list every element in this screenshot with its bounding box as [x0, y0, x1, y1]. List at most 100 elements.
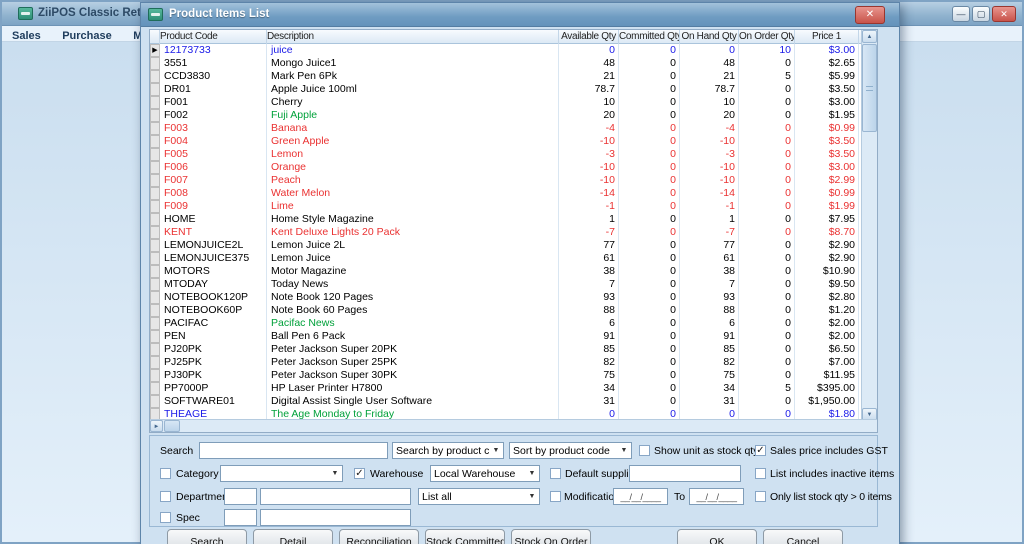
cell-description[interactable]: Peter Jackson Super 30PK — [267, 369, 559, 382]
table-row[interactable]: PENBall Pen 6 Pack910910$2.00 — [150, 330, 863, 343]
category-dropdown[interactable]: ▼ — [220, 465, 343, 482]
cell-description[interactable]: Orange — [267, 161, 559, 174]
cell-available-qty[interactable]: 38 — [559, 265, 619, 278]
cell-description[interactable]: Ball Pen 6 Pack — [267, 330, 559, 343]
warehouse-dropdown[interactable]: Local Warehouse ▼ — [430, 465, 540, 482]
cell-committed-qty[interactable]: 0 — [619, 369, 680, 382]
cell-committed-qty[interactable]: 0 — [619, 304, 680, 317]
cell-price-1[interactable]: $2.00 — [795, 330, 859, 343]
cell-product-code[interactable]: F007 — [160, 174, 267, 187]
minimize-icon[interactable]: — — [952, 6, 970, 22]
table-row[interactable]: PJ20PKPeter Jackson Super 20PK850850$6.5… — [150, 343, 863, 356]
cell-on-order-qty[interactable]: 0 — [739, 369, 795, 382]
cell-committed-qty[interactable]: 0 — [619, 226, 680, 239]
cell-price-1[interactable]: $8.70 — [795, 226, 859, 239]
cell-available-qty[interactable]: -10 — [559, 135, 619, 148]
cell-price-1[interactable]: $7.95 — [795, 213, 859, 226]
cell-on-hand-qty[interactable]: 78.7 — [680, 83, 739, 96]
cell-description[interactable]: Lemon Juice — [267, 252, 559, 265]
spec-checkbox[interactable] — [160, 512, 171, 523]
cell-product-code[interactable]: PP7000P — [160, 382, 267, 395]
cell-on-hand-qty[interactable]: 10 — [680, 96, 739, 109]
cell-available-qty[interactable]: 7 — [559, 278, 619, 291]
cell-product-code[interactable]: LEMONJUICE375 — [160, 252, 267, 265]
cell-on-order-qty[interactable]: 0 — [739, 278, 795, 291]
cell-available-qty[interactable]: 93 — [559, 291, 619, 304]
cell-available-qty[interactable]: 77 — [559, 239, 619, 252]
cell-description[interactable]: Lemon — [267, 148, 559, 161]
cell-committed-qty[interactable]: 0 — [619, 265, 680, 278]
cell-on-hand-qty[interactable]: 88 — [680, 304, 739, 317]
inactive-items-checkbox[interactable] — [755, 468, 766, 479]
gst-checkbox[interactable]: ✓ — [755, 445, 766, 456]
cell-available-qty[interactable]: 0 — [559, 44, 619, 57]
department-name-input[interactable] — [260, 488, 411, 505]
cell-committed-qty[interactable]: 0 — [619, 148, 680, 161]
cell-available-qty[interactable]: 78.7 — [559, 83, 619, 96]
cell-product-code[interactable]: PACIFAC — [160, 317, 267, 330]
cell-price-1[interactable]: $0.99 — [795, 187, 859, 200]
header-product-code[interactable]: Product Code — [160, 30, 267, 44]
cell-on-order-qty[interactable]: 5 — [739, 382, 795, 395]
reconciliation-button[interactable]: Reconciliation — [339, 529, 419, 544]
table-row[interactable]: LEMONJUICE375Lemon Juice610610$2.90 — [150, 252, 863, 265]
cell-available-qty[interactable]: 6 — [559, 317, 619, 330]
cell-description[interactable]: Lemon Juice 2L — [267, 239, 559, 252]
cell-product-code[interactable]: F006 — [160, 161, 267, 174]
vertical-scrollbar-thumb[interactable] — [862, 44, 877, 132]
sort-by-dropdown[interactable]: Sort by product code ▼ — [509, 442, 632, 459]
cell-on-hand-qty[interactable]: 7 — [680, 278, 739, 291]
cell-on-hand-qty[interactable]: -14 — [680, 187, 739, 200]
cell-committed-qty[interactable]: 0 — [619, 174, 680, 187]
cell-available-qty[interactable]: -3 — [559, 148, 619, 161]
cell-product-code[interactable]: PJ25PK — [160, 356, 267, 369]
search-input[interactable] — [199, 442, 388, 459]
dialog-titlebar[interactable]: Product Items List ✕ — [141, 3, 899, 27]
table-row[interactable]: LEMONJUICE2LLemon Juice 2L770770$2.90 — [150, 239, 863, 252]
table-row[interactable]: MOTORSMotor Magazine380380$10.90 — [150, 265, 863, 278]
cell-on-hand-qty[interactable]: -10 — [680, 161, 739, 174]
cell-committed-qty[interactable]: 0 — [619, 291, 680, 304]
cell-committed-qty[interactable]: 0 — [619, 122, 680, 135]
cell-on-order-qty[interactable]: 0 — [739, 161, 795, 174]
cell-on-order-qty[interactable]: 0 — [739, 226, 795, 239]
cell-committed-qty[interactable]: 0 — [619, 252, 680, 265]
search-button[interactable]: Search — [167, 529, 247, 544]
cell-on-hand-qty[interactable]: 31 — [680, 395, 739, 408]
header-on-order-qty[interactable]: On Order Qty — [739, 30, 795, 44]
cell-on-order-qty[interactable]: 0 — [739, 330, 795, 343]
cell-price-1[interactable]: $1.95 — [795, 109, 859, 122]
table-row[interactable]: F007Peach-100-100$2.99 — [150, 174, 863, 187]
close-icon[interactable]: ✕ — [992, 6, 1016, 22]
cell-price-1[interactable]: $3.00 — [795, 96, 859, 109]
cell-on-hand-qty[interactable]: 85 — [680, 343, 739, 356]
cell-on-hand-qty[interactable]: 48 — [680, 57, 739, 70]
cell-product-code[interactable]: F005 — [160, 148, 267, 161]
cell-committed-qty[interactable]: 0 — [619, 317, 680, 330]
cell-committed-qty[interactable]: 0 — [619, 83, 680, 96]
table-row[interactable]: F009Lime-10-10$1.99 — [150, 200, 863, 213]
cell-description[interactable]: Green Apple — [267, 135, 559, 148]
ok-button[interactable]: OK — [677, 529, 757, 544]
cell-description[interactable]: juice — [267, 44, 559, 57]
default-supplier-checkbox[interactable] — [550, 468, 561, 479]
cell-committed-qty[interactable]: 0 — [619, 187, 680, 200]
cell-on-order-qty[interactable]: 0 — [739, 317, 795, 330]
cell-product-code[interactable]: 12173733 — [160, 44, 267, 57]
cell-product-code[interactable]: MTODAY — [160, 278, 267, 291]
cell-on-hand-qty[interactable]: 93 — [680, 291, 739, 304]
cell-available-qty[interactable]: 48 — [559, 57, 619, 70]
department-code-input[interactable] — [224, 488, 257, 505]
cell-available-qty[interactable]: 91 — [559, 330, 619, 343]
cell-available-qty[interactable]: 31 — [559, 395, 619, 408]
cell-on-order-qty[interactable]: 0 — [739, 395, 795, 408]
cell-on-order-qty[interactable]: 0 — [739, 213, 795, 226]
list-all-dropdown[interactable]: List all ▼ — [418, 488, 540, 505]
department-checkbox[interactable] — [160, 491, 171, 502]
cell-committed-qty[interactable]: 0 — [619, 382, 680, 395]
table-row[interactable]: NOTEBOOK120PNote Book 120 Pages930930$2.… — [150, 291, 863, 304]
cell-on-order-qty[interactable]: 0 — [739, 265, 795, 278]
cell-committed-qty[interactable]: 0 — [619, 57, 680, 70]
cell-product-code[interactable]: DR01 — [160, 83, 267, 96]
table-row[interactable]: HOMEHome Style Magazine1010$7.95 — [150, 213, 863, 226]
